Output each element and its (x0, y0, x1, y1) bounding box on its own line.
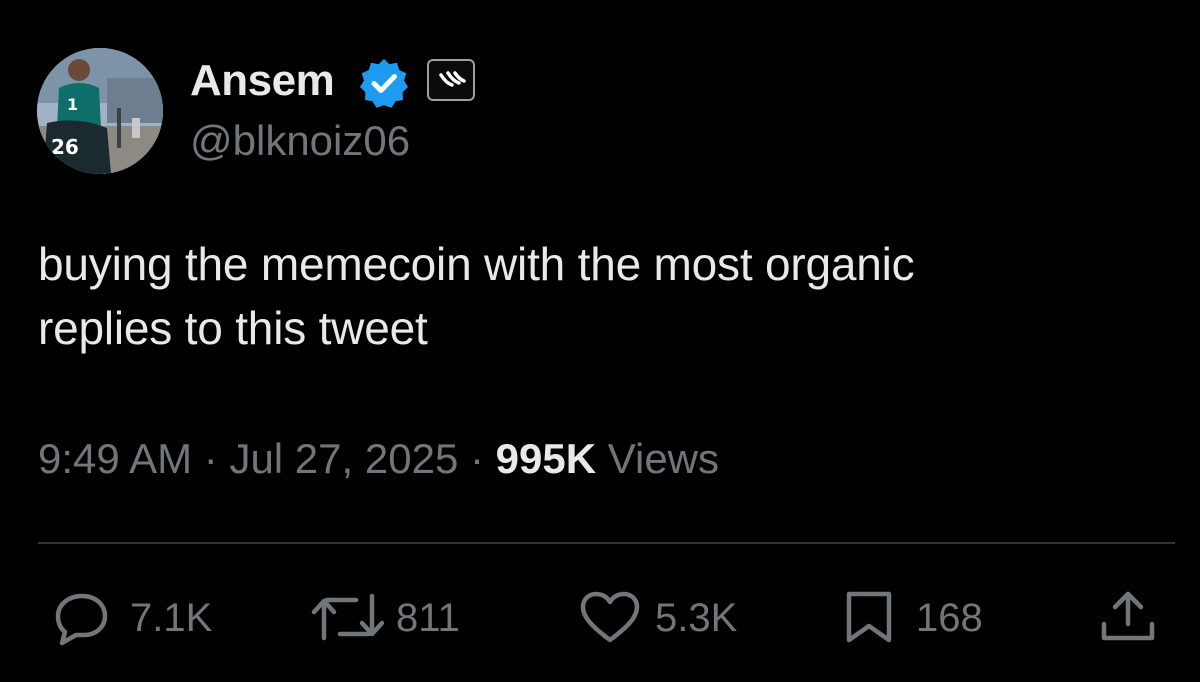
tweet-text-line: buying the memecoin with the most organi… (38, 238, 915, 290)
like-count: 5.3K (655, 596, 738, 640)
tweet-card: 1 26 Ansem @blknoiz06 buying the memecoi… (0, 0, 1200, 682)
author-name[interactable]: Ansem (190, 56, 335, 106)
share-icon (1101, 591, 1155, 641)
affiliate-badge-icon[interactable] (427, 59, 475, 101)
bookmark-count: 168 (916, 596, 983, 640)
reply-count: 7.1K (130, 596, 213, 640)
repost-icon (311, 593, 385, 641)
views-label: Views (607, 435, 720, 482)
reply-icon (55, 593, 108, 646)
tweet-text-line: replies to this tweet (38, 302, 428, 354)
tweet-time[interactable]: 9:49 AM (38, 435, 192, 482)
author-avatar[interactable]: 1 26 (37, 48, 163, 174)
verified-badge-icon[interactable] (358, 57, 410, 109)
affiliate-logo-icon (439, 71, 466, 87)
tweet-meta: 9:49 AM · Jul 27, 2025 · 995K Views (38, 434, 719, 484)
like-icon (580, 591, 640, 643)
bookmark-icon (846, 591, 892, 643)
tweet-date[interactable]: Jul 27, 2025 (229, 435, 458, 482)
repost-count: 811 (396, 596, 460, 640)
avatar-jersey-number: 26 (51, 135, 79, 159)
views-count[interactable]: 995K (496, 435, 596, 482)
meta-separator: · (203, 435, 218, 482)
meta-separator: · (469, 435, 484, 482)
tweet-text: buying the memecoin with the most organi… (38, 232, 1168, 360)
avatar-photo: 1 26 (37, 48, 163, 174)
divider (38, 542, 1175, 544)
svg-text:1: 1 (67, 95, 78, 114)
author-handle[interactable]: @blknoiz06 (190, 116, 410, 166)
